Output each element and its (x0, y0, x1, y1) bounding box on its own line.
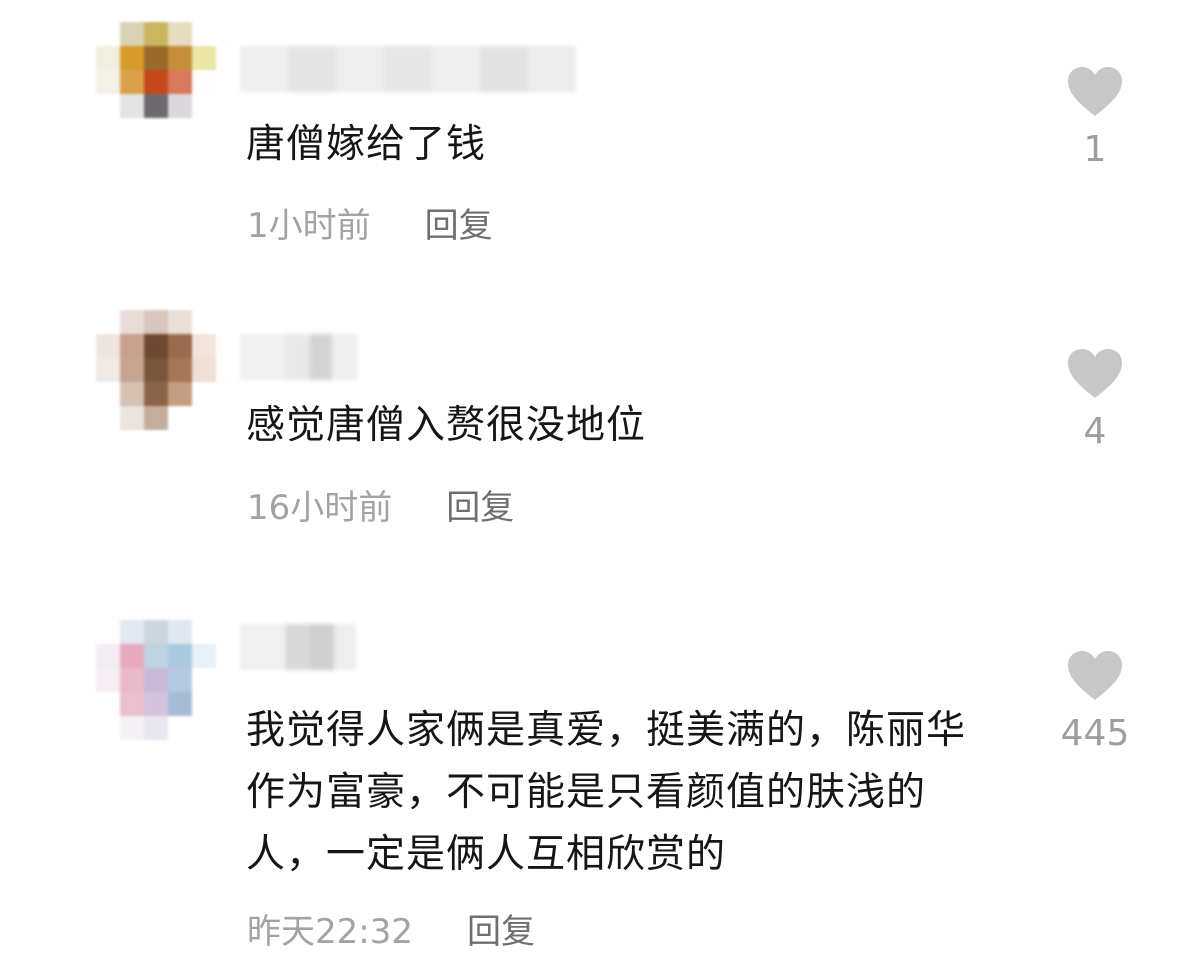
reply-button[interactable]: 回复 (446, 486, 514, 530)
comment-meta: 16小时前 回复 (247, 486, 514, 530)
like-button[interactable]: 1 (1050, 66, 1140, 170)
heart-icon[interactable] (1066, 348, 1124, 400)
heart-icon[interactable] (1066, 650, 1124, 702)
like-count: 4 (1083, 411, 1107, 452)
comment-timestamp: 昨天22:32 (247, 912, 413, 952)
like-button[interactable]: 4 (1050, 348, 1140, 452)
comment-timestamp: 16小时前 (247, 488, 393, 528)
comment-text: 感觉唐僧入赘很没地位 (246, 403, 647, 448)
avatar[interactable] (96, 22, 216, 142)
avatar[interactable] (96, 310, 216, 430)
username-blurred[interactable] (240, 334, 358, 380)
reply-button[interactable]: 回复 (425, 204, 493, 248)
username-blurred[interactable] (240, 46, 576, 92)
heart-icon[interactable] (1066, 66, 1124, 118)
like-count: 1 (1083, 129, 1107, 170)
like-button[interactable]: 445 (1050, 650, 1140, 754)
comment-text: 我觉得人家俩是真爱，挺美满的，陈丽华作为富豪，不可能是只看颜值的肤浅的人，一定是… (246, 708, 967, 877)
username-blurred[interactable] (240, 624, 356, 670)
reply-button[interactable]: 回复 (467, 910, 535, 954)
comment-timestamp: 1小时前 (247, 206, 371, 246)
avatar[interactable] (96, 620, 216, 740)
like-count: 445 (1060, 713, 1130, 754)
comment-meta: 1小时前 回复 (247, 204, 493, 248)
comment-text: 唐僧嫁给了钱 (246, 122, 487, 167)
comment-meta: 昨天22:32 回复 (247, 910, 535, 954)
